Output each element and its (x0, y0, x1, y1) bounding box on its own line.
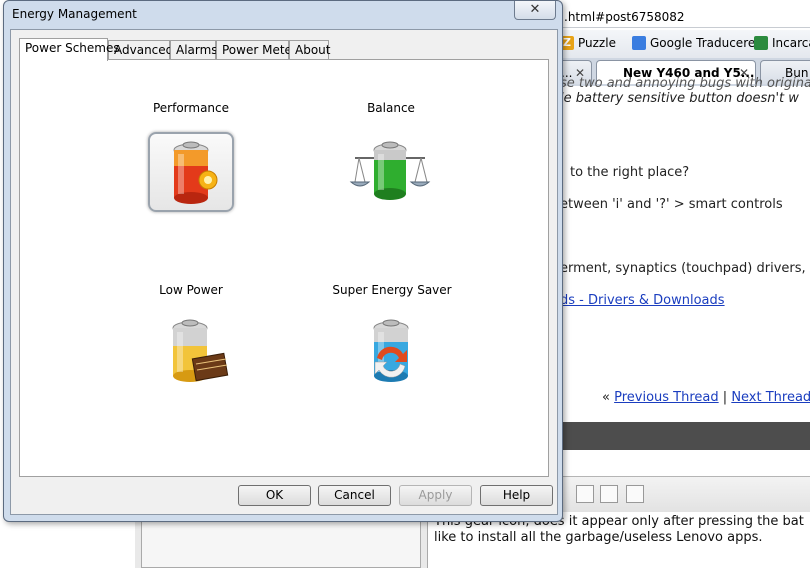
dialog-title: Energy Management (12, 7, 137, 21)
tab-about[interactable]: About (289, 40, 330, 60)
bookmark-incarca[interactable]: Incarca (754, 36, 810, 50)
scheme-label-super-energy-saver: Super Energy Saver (332, 283, 452, 297)
low-power-battery-icon (172, 319, 229, 382)
insert-quote-icon[interactable] (626, 485, 644, 503)
bookmark-puzzle[interactable]: Z Puzzle (560, 36, 616, 50)
balance-battery-icon (349, 141, 431, 200)
bookmarks-bar: Z Puzzle Google Traducere Incarca (560, 30, 810, 58)
scheme-label-balance: Balance (367, 101, 415, 115)
editor-toolbar (560, 476, 810, 514)
forum-post-content: se two and annoying bugs with original, … (560, 76, 810, 422)
bookmark-google-traducere[interactable]: Google Traducere (632, 36, 755, 50)
scheme-label-performance: Performance (152, 101, 230, 115)
incarca-icon (754, 36, 768, 50)
tab-power-meter[interactable]: Power Meter (216, 40, 297, 60)
drivers-downloads-link[interactable]: ds - Drivers & Downloads (560, 293, 725, 308)
separator: | (722, 390, 728, 405)
previous-thread-link[interactable]: Previous Thread (614, 390, 719, 405)
post-text: le battery sensitive button doesn't w (560, 91, 799, 106)
section-header-bar (560, 422, 810, 450)
super-energy-saver-battery-icon (373, 319, 409, 382)
energy-management-dialog: Energy Management ✕ Power Schemes Advanc… (3, 0, 563, 522)
dialog-client-area: Power Schemes Advanced Alarms Power Mete… (10, 29, 558, 515)
scheme-balance-button[interactable] (347, 132, 433, 212)
address-bar[interactable]: .html#post6758082 (560, 6, 810, 28)
ok-button[interactable]: OK (238, 485, 311, 506)
reply-text: like to install all the garbage/useless … (434, 530, 763, 545)
post-text: erment, synaptics (touchpad) drivers, (560, 261, 806, 276)
bookmark-label: Google Traducere (650, 36, 756, 50)
scheme-label-low-power: Low Power (159, 283, 223, 297)
insert-image-icon[interactable] (600, 485, 618, 503)
bookmark-label: Puzzle (578, 36, 616, 50)
performance-battery-icon (173, 141, 218, 204)
scheme-performance-button[interactable] (148, 132, 234, 212)
post-text: to the right place? (570, 165, 690, 180)
bookmark-label: Incarca (772, 36, 810, 50)
help-button[interactable]: Help (480, 485, 553, 506)
insert-link-icon[interactable] (576, 485, 594, 503)
scheme-low-power-button[interactable] (150, 314, 236, 394)
tab-power-schemes[interactable]: Power Schemes (19, 38, 120, 61)
next-thread-link[interactable]: Next Thread (731, 390, 810, 405)
close-button[interactable]: ✕ (514, 1, 556, 20)
cancel-button[interactable]: Cancel (318, 485, 391, 506)
scheme-super-energy-saver-button[interactable] (351, 314, 437, 394)
post-text: etween 'i' and '?' > smart controls (560, 197, 783, 212)
power-schemes-panel: Performance Balance Low Power Super Ener… (19, 59, 549, 477)
apply-button[interactable]: Apply (399, 485, 472, 506)
post-text: se two and annoying bugs with original, (560, 76, 810, 91)
prev-quote: « (602, 390, 610, 405)
tab-alarms[interactable]: Alarms (170, 40, 218, 60)
google-translate-icon (632, 36, 646, 50)
